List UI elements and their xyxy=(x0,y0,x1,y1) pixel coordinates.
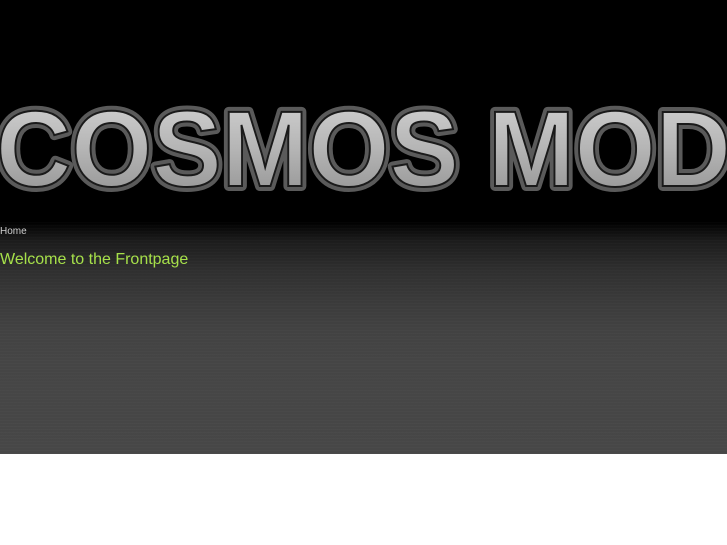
page: COSMOS MOD COSMOS MOD Home Welcome to th… xyxy=(0,0,727,545)
page-title: Welcome to the Frontpage xyxy=(0,251,189,268)
site-logo[interactable]: COSMOS MOD COSMOS MOD xyxy=(0,88,727,198)
breadcrumb-home-link[interactable]: Home xyxy=(0,226,27,237)
logo-text: COSMOS MOD xyxy=(0,88,727,198)
breadcrumb: Home xyxy=(0,226,27,238)
logo-graphic: COSMOS MOD COSMOS MOD xyxy=(0,88,727,198)
site-background xyxy=(0,0,727,454)
